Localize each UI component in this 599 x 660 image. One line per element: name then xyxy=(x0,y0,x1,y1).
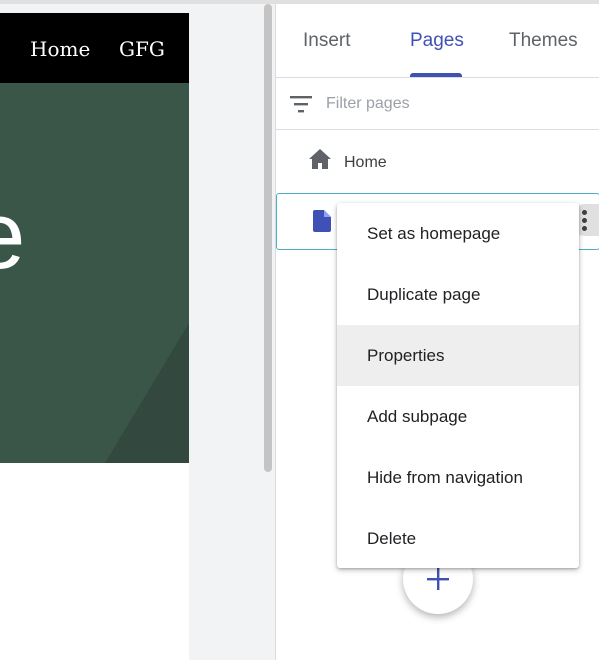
kebab-dot xyxy=(582,226,587,231)
document-icon xyxy=(313,210,331,232)
menu-item-label: Set as homepage xyxy=(367,224,501,243)
page-item-home[interactable]: Home xyxy=(276,140,599,186)
menu-item-label: Duplicate page xyxy=(367,285,481,304)
site-preview: Home GFG e xyxy=(0,13,189,660)
filter-icon xyxy=(290,96,312,113)
tab-pages[interactable]: Pages xyxy=(410,30,464,52)
kebab-dot xyxy=(582,218,587,223)
site-nav-home[interactable]: Home xyxy=(30,37,90,61)
site-navigation-bar: Home GFG xyxy=(0,13,189,83)
site-nav-gfg[interactable]: GFG xyxy=(119,37,165,61)
tabs-divider xyxy=(276,77,599,78)
home-icon xyxy=(309,149,331,169)
page-context-menu: Set as homepage Duplicate page Propertie… xyxy=(337,203,579,568)
tab-themes[interactable]: Themes xyxy=(509,30,578,52)
page-item-home-label: Home xyxy=(344,154,387,171)
site-hero-banner: e xyxy=(0,83,189,463)
menu-item-add-subpage[interactable]: Add subpage xyxy=(337,386,579,447)
menu-item-properties[interactable]: Properties xyxy=(337,325,579,386)
hero-title-fragment: e xyxy=(0,188,25,284)
hero-background-shape xyxy=(105,323,189,463)
tab-insert[interactable]: Insert xyxy=(303,30,351,52)
menu-item-label: Delete xyxy=(367,529,417,548)
menu-item-label: Add subpage xyxy=(367,407,468,426)
menu-item-set-as-homepage[interactable]: Set as homepage xyxy=(337,203,579,264)
menu-item-duplicate-page[interactable]: Duplicate page xyxy=(337,264,579,325)
menu-item-delete[interactable]: Delete xyxy=(337,508,579,569)
plus-icon xyxy=(427,568,449,590)
menu-item-label: Hide from navigation xyxy=(367,468,523,487)
filter-divider xyxy=(276,129,599,130)
scrollbar-thumb[interactable] xyxy=(264,4,272,472)
filter-pages-input[interactable] xyxy=(326,93,586,115)
kebab-dot xyxy=(582,210,587,215)
menu-item-label: Properties xyxy=(367,346,445,365)
menu-item-hide-from-navigation[interactable]: Hide from navigation xyxy=(337,447,579,508)
